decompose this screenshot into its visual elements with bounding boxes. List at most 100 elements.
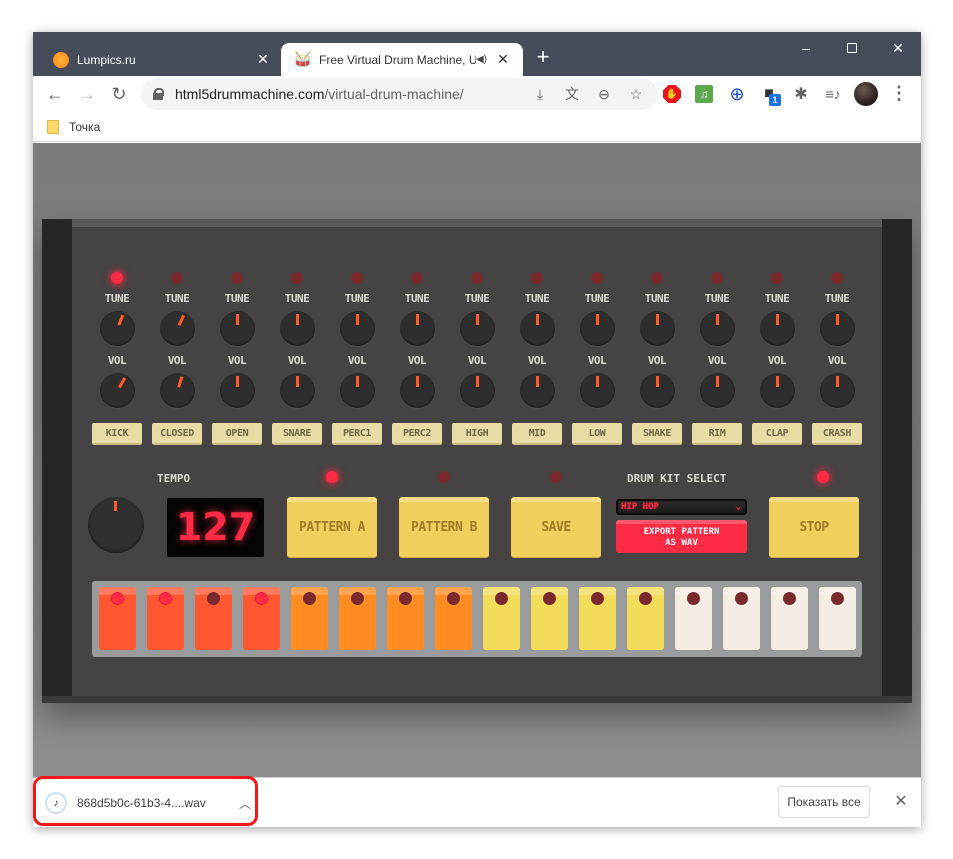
vol-knob[interactable]: [280, 373, 315, 408]
instrument-button-perc2[interactable]: PERC2: [392, 423, 442, 445]
step-button[interactable]: [819, 587, 856, 650]
step-button[interactable]: [195, 587, 232, 650]
tune-knob[interactable]: [220, 311, 255, 346]
vol-knob[interactable]: [820, 373, 855, 408]
step-button[interactable]: [147, 587, 184, 650]
translate-icon[interactable]: 文: [561, 83, 583, 105]
tune-knob[interactable]: [400, 311, 435, 346]
step-button[interactable]: [483, 587, 520, 650]
step-button[interactable]: [627, 587, 664, 650]
step-button[interactable]: [435, 587, 472, 650]
tune-knob[interactable]: [820, 311, 855, 346]
vol-knob[interactable]: [400, 373, 435, 408]
star-icon[interactable]: ☆: [625, 83, 647, 105]
stop-button[interactable]: STOP: [769, 497, 859, 557]
vol-knob[interactable]: [580, 373, 615, 408]
vol-knob[interactable]: [460, 373, 495, 408]
music-extension-icon[interactable]: ♫: [695, 85, 713, 103]
tune-knob[interactable]: [460, 311, 495, 346]
instrument-button-high[interactable]: HIGH: [452, 423, 502, 445]
step-indicator: [687, 592, 700, 605]
step-button[interactable]: [387, 587, 424, 650]
audio-playing-icon[interactable]: ◀): [476, 54, 487, 65]
step-indicator: [543, 592, 556, 605]
step-button[interactable]: [291, 587, 328, 650]
tune-knob[interactable]: [700, 311, 735, 346]
close-tab-icon[interactable]: ✕: [495, 51, 511, 68]
close-download-bar-button[interactable]: ✕: [891, 790, 911, 814]
tune-knob[interactable]: [760, 311, 795, 346]
instrument-button-snare[interactable]: SNARE: [272, 423, 322, 445]
globe-extension-icon[interactable]: ⊕: [727, 84, 747, 104]
knob-pointer: [177, 314, 186, 326]
tune-knob[interactable]: [640, 311, 675, 346]
save-button[interactable]: SAVE: [511, 497, 601, 557]
box-extension-icon[interactable]: ■1: [759, 84, 781, 106]
instrument-button-closed[interactable]: CLOSED: [152, 423, 202, 445]
reload-button[interactable]: ↻: [107, 82, 131, 106]
tune-knob[interactable]: [100, 311, 135, 346]
address-bar[interactable]: html5drummachine.com/virtual-drum-machin…: [141, 78, 657, 110]
instrument-button-rim[interactable]: RIM: [692, 423, 742, 445]
download-icon[interactable]: ⤓: [529, 83, 551, 105]
step-button[interactable]: [339, 587, 376, 650]
instrument-button-shake[interactable]: SHAKE: [632, 423, 682, 445]
lock-icon[interactable]: [153, 88, 164, 100]
tune-knob[interactable]: [340, 311, 375, 346]
tab-drum-machine[interactable]: 🥁 Free Virtual Drum Machine, U ◀) ✕: [281, 43, 523, 76]
step-button[interactable]: [99, 587, 136, 650]
tune-knob[interactable]: [160, 311, 195, 346]
url-text[interactable]: html5drummachine.com/virtual-drum-machin…: [175, 86, 529, 102]
vol-knob[interactable]: [160, 373, 195, 408]
tempo-knob[interactable]: [88, 497, 144, 553]
tune-knob[interactable]: [280, 311, 315, 346]
back-button[interactable]: ←: [43, 82, 67, 106]
vol-knob[interactable]: [100, 373, 135, 408]
vol-knob[interactable]: [220, 373, 255, 408]
media-control-icon[interactable]: ≡♪: [823, 84, 843, 104]
step-button[interactable]: [579, 587, 616, 650]
step-button[interactable]: [243, 587, 280, 650]
step-indicator: [255, 592, 268, 605]
step-button[interactable]: [771, 587, 808, 650]
tune-knob[interactable]: [520, 311, 555, 346]
tune-knob[interactable]: [580, 311, 615, 346]
channel-kick: TUNE VOL KICK: [92, 267, 142, 447]
vol-knob[interactable]: [760, 373, 795, 408]
zoom-out-icon[interactable]: ⊖: [593, 83, 615, 105]
vol-knob[interactable]: [340, 373, 375, 408]
vol-knob[interactable]: [640, 373, 675, 408]
profile-avatar[interactable]: [854, 82, 878, 106]
vol-knob[interactable]: [520, 373, 555, 408]
step-button[interactable]: [531, 587, 568, 650]
drum-kit-select[interactable]: HIP HOP ⌄: [616, 499, 747, 515]
close-window-button[interactable]: ✕: [875, 38, 921, 60]
step-button[interactable]: [675, 587, 712, 650]
new-tab-button[interactable]: +: [533, 46, 553, 70]
maximize-button[interactable]: [829, 38, 875, 60]
download-item[interactable]: ♪ 868d5b0c-61b3-4....wav ︿: [45, 786, 255, 820]
chevron-down-icon: ⌄: [735, 502, 741, 512]
pattern-b-button[interactable]: PATTERN B: [399, 497, 489, 557]
export-wav-button[interactable]: EXPORT PATTERN AS WAV: [616, 520, 747, 553]
instrument-button-low[interactable]: LOW: [572, 423, 622, 445]
pattern-a-button[interactable]: PATTERN A: [287, 497, 377, 557]
show-all-button[interactable]: Показать все: [778, 786, 870, 818]
minimize-button[interactable]: –: [783, 38, 829, 60]
instrument-button-kick[interactable]: KICK: [92, 423, 142, 445]
bookmark-folder[interactable]: Точка: [47, 117, 100, 137]
instrument-button-clap[interactable]: CLAP: [752, 423, 802, 445]
menu-icon[interactable]: ⋮: [889, 82, 909, 106]
instrument-button-crash[interactable]: CRASH: [812, 423, 862, 445]
step-button[interactable]: [723, 587, 760, 650]
forward-button[interactable]: →: [75, 82, 99, 106]
chevron-up-icon[interactable]: ︿: [235, 795, 255, 812]
adblock-icon[interactable]: ✋: [663, 85, 681, 103]
close-tab-icon[interactable]: ✕: [255, 51, 271, 68]
puzzle-icon[interactable]: ✱: [791, 84, 811, 104]
instrument-button-perc1[interactable]: PERC1: [332, 423, 382, 445]
instrument-button-open[interactable]: OPEN: [212, 423, 262, 445]
tab-lumpics[interactable]: Lumpics.ru ✕: [39, 43, 283, 76]
instrument-button-mid[interactable]: MID: [512, 423, 562, 445]
vol-knob[interactable]: [700, 373, 735, 408]
